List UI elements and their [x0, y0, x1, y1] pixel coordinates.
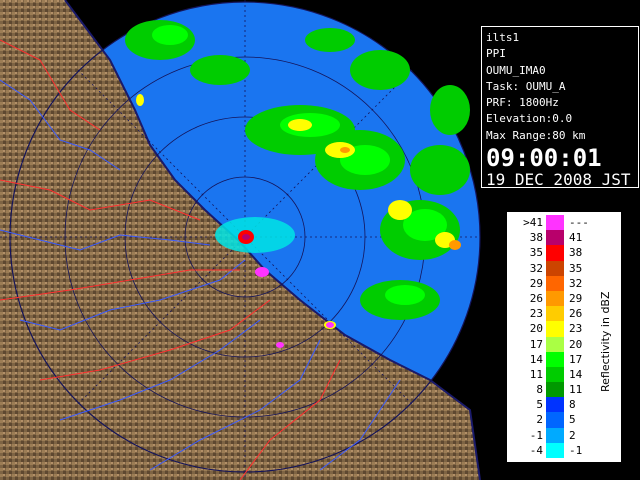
elevation-value: Elevation:0.0: [486, 112, 573, 126]
legend-low-value: 29: [529, 276, 543, 290]
prf-value: PRF: 1800Hz: [486, 96, 559, 110]
legend-high-value: -1: [569, 443, 583, 457]
legend-low-value: >41: [523, 216, 543, 229]
legend-color-swatch: [546, 351, 564, 367]
legend-high-value: 8: [569, 398, 576, 412]
legend-low-value: 11: [529, 367, 543, 381]
legend-low-value: 2: [536, 413, 543, 427]
legend-row: -1 2: [511, 427, 601, 443]
legend-color-swatch: [546, 290, 564, 307]
legend-row: 26 29: [511, 290, 601, 307]
legend-low-value: 8: [536, 383, 543, 397]
legend-row: 32 35: [511, 260, 601, 276]
legend-low-value: 17: [529, 337, 543, 351]
legend-row: 38 41: [511, 230, 601, 246]
legend-high-value: 20: [569, 337, 583, 351]
task-name: Task: OUMU_A: [486, 79, 566, 93]
legend-row: 23 26: [511, 306, 601, 322]
legend-row: 14 17: [511, 351, 601, 367]
legend-color-swatch: [546, 382, 564, 398]
scan-date: 19 DEC 2008 JST: [486, 170, 631, 190]
legend-row: >41 ---: [511, 215, 601, 231]
legend-high-value: 11: [569, 383, 583, 397]
legend-color-swatch: [546, 427, 564, 443]
legend-high-value: 26: [569, 307, 583, 321]
legend-row: 35 38: [511, 245, 601, 261]
radar-id: ilts1: [486, 31, 520, 44]
radar-display: ilts1 PPI OUMU_IMA0 Task: OUMU_A PRF: 18…: [0, 0, 640, 480]
legend-high-value: 14: [569, 367, 583, 381]
legend-low-value: -1: [529, 428, 543, 442]
legend-low-value: -4: [529, 443, 543, 457]
scan-type: PPI: [486, 47, 506, 61]
legend-row: 29 32: [511, 275, 601, 291]
legend-color-swatch: [546, 260, 564, 276]
legend-unit-label: Reflectivity in dBZ: [599, 291, 612, 393]
legend-low-value: 14: [529, 352, 543, 366]
legend-row: 25: [511, 412, 601, 428]
scan-time: 09:00:01: [486, 144, 602, 173]
legend-row: 58: [511, 397, 601, 413]
legend-high-value: 23: [569, 322, 583, 336]
reflectivity-legend: >41 --- 38 41 35 38 32 35 29 32 26 29 23 26 20 23 17 20 14…: [506, 211, 622, 463]
scan-info-panel: ilts1 PPI OUMU_IMA0 Task: OUMU_A PRF: 18…: [481, 26, 639, 190]
legend-low-value: 23: [529, 307, 543, 321]
legend-row: 17 20: [511, 336, 601, 352]
legend-high-value: 5: [569, 413, 576, 427]
legend-color-swatch: [546, 230, 564, 246]
legend-low-value: 20: [529, 322, 543, 336]
legend-low-value: 32: [529, 261, 543, 275]
legend-row: -4 -1: [511, 442, 601, 458]
legend-color-swatch: [546, 275, 564, 291]
legend-color-swatch: [546, 397, 564, 413]
legend-row: 11 14: [511, 366, 601, 383]
legend-color-swatch: [546, 215, 564, 231]
max-range-value: Max Range:80 km: [486, 128, 586, 142]
legend-high-value: 32: [569, 276, 583, 290]
legend-high-value: 41: [569, 231, 583, 245]
legend-row: 8 11: [511, 382, 601, 398]
legend-color-swatch: [546, 442, 564, 458]
legend-low-value: 35: [529, 246, 543, 260]
legend-color-swatch: [546, 245, 564, 261]
legend-low-value: 26: [529, 291, 543, 305]
legend-high-value: 38: [569, 246, 583, 260]
legend-high-value: 2: [569, 428, 576, 442]
legend-high-value: 35: [569, 261, 583, 275]
legend-color-swatch: [546, 336, 564, 352]
legend-color-swatch: [546, 306, 564, 322]
legend-rows: >41 --- 38 41 35 38 32 35 29 32 26 29 23 26 20 23 17 20 14…: [511, 215, 601, 458]
legend-color-swatch: [546, 366, 564, 383]
legend-low-value: 5: [536, 398, 543, 412]
legend-high-value: 17: [569, 352, 583, 366]
legend-row: 20 23: [511, 321, 601, 337]
legend-low-value: 38: [529, 231, 543, 245]
product-name: OUMU_IMA0: [486, 63, 546, 77]
legend-high-value: 29: [569, 291, 583, 305]
legend-high-value: ---: [569, 216, 589, 229]
legend-color-swatch: [546, 412, 564, 428]
legend-color-swatch: [546, 321, 564, 337]
